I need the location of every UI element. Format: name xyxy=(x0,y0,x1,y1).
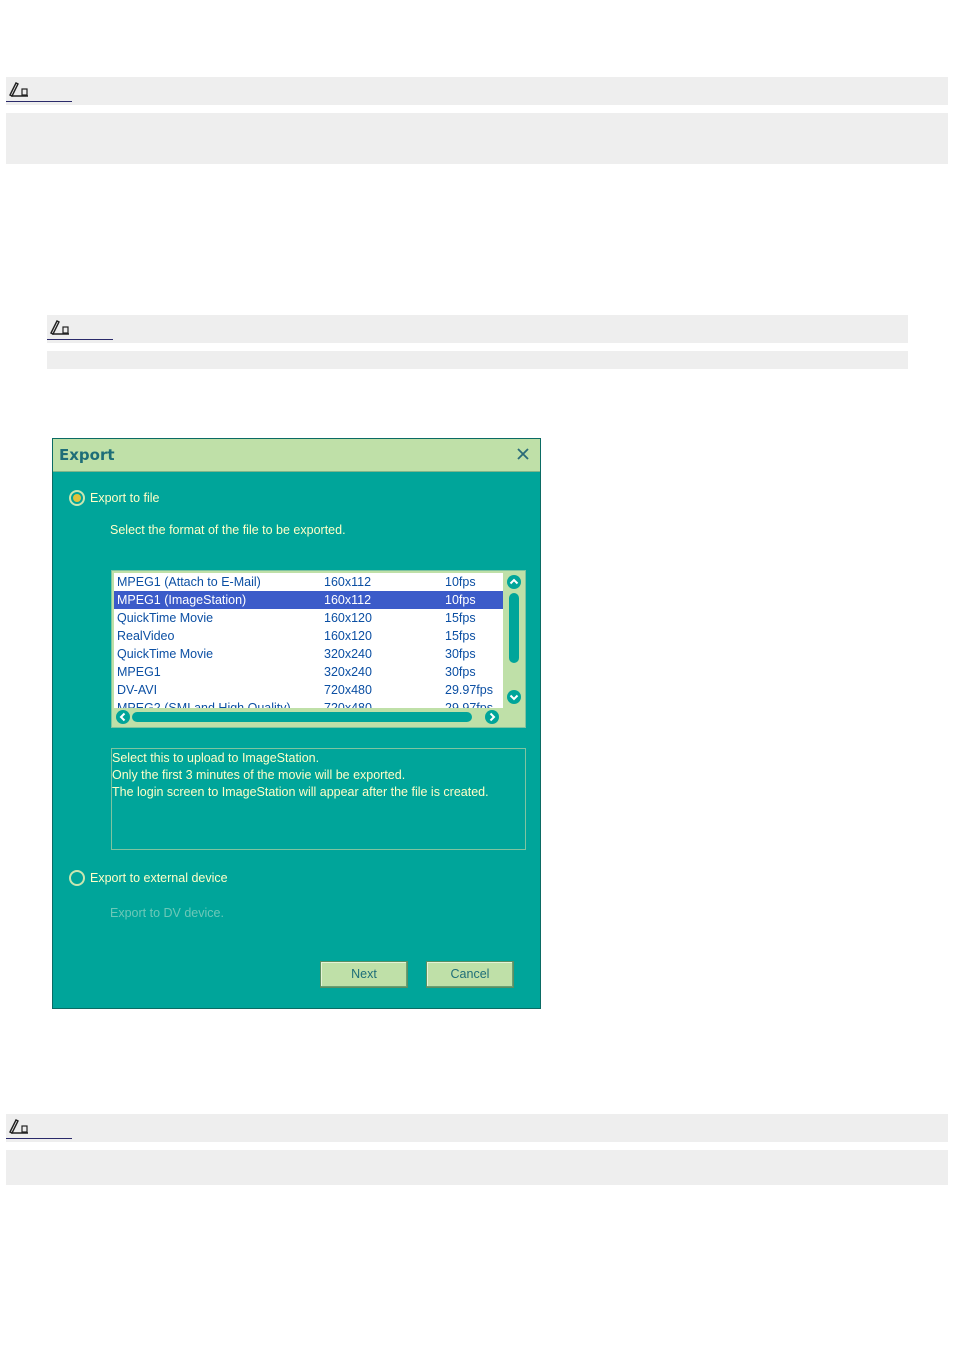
cancel-button[interactable]: Cancel xyxy=(426,961,514,988)
format-list-item[interactable]: MPEG2 (SMI and High Quality) 720x480 29.97… xyxy=(114,699,503,708)
dv-device-option: Export to DV device. xyxy=(110,906,224,920)
format-size: 160x120 xyxy=(324,611,372,625)
format-size: 160x112 xyxy=(324,575,372,589)
note-header-3 xyxy=(6,1114,948,1142)
dialog-title: Export xyxy=(59,446,115,464)
vertical-scroll-thumb[interactable] xyxy=(509,593,519,663)
format-name: MPEG1 (Attach to E-Mail) xyxy=(117,575,261,589)
export-dialog: Export Export to file Select the format … xyxy=(52,438,541,1009)
format-name: DV-AVI xyxy=(117,683,158,697)
export-to-device-radio[interactable] xyxy=(69,870,85,886)
format-prompt: Select the format of the file to be expo… xyxy=(110,523,346,537)
format-fps: 29.97fps xyxy=(445,701,493,708)
dialog-titlebar: Export xyxy=(53,439,540,472)
format-fps: 15fps xyxy=(445,629,476,643)
format-list-item[interactable]: RealVideo 160x120 15fps xyxy=(114,627,503,645)
format-description-box: Select this to upload to ImageStation. O… xyxy=(111,748,526,850)
vertical-scrollbar[interactable] xyxy=(505,573,523,708)
format-list-item[interactable]: QuickTime Movie 320x240 30fps xyxy=(114,645,503,663)
scroll-left-icon[interactable] xyxy=(116,710,130,724)
format-fps: 30fps xyxy=(445,665,476,679)
format-list[interactable]: MPEG1 (Attach to E-Mail) 160x112 10fps MPEG… xyxy=(111,570,526,728)
format-list-item[interactable]: DV-AVI 720x480 29.97fps xyxy=(114,681,503,699)
scroll-down-icon[interactable] xyxy=(507,690,521,704)
format-name: RealVideo xyxy=(117,629,175,643)
scroll-up-icon[interactable] xyxy=(507,575,521,589)
format-fps: 15fps xyxy=(445,611,476,625)
description-line: Select this to upload to ImageStation. xyxy=(112,751,320,765)
description-line: Only the first 3 minutes of the movie wi… xyxy=(112,768,406,782)
format-name: MPEG1 (ImageStation) xyxy=(117,593,247,607)
format-list-item[interactable]: MPEG1 320x240 30fps xyxy=(114,663,503,681)
horizontal-scroll-thumb[interactable] xyxy=(132,712,472,722)
note-body-1 xyxy=(6,113,948,164)
export-to-device-label[interactable]: Export to external device xyxy=(90,871,228,885)
export-to-file-label[interactable]: Export to file xyxy=(90,491,159,505)
next-button[interactable]: Next xyxy=(320,961,408,988)
format-list-item[interactable]: QuickTime Movie 160x120 15fps xyxy=(114,609,503,627)
format-fps: 10fps xyxy=(445,575,476,589)
note-pen-icon xyxy=(6,1116,72,1139)
format-size: 320x240 xyxy=(324,665,372,679)
format-list-item[interactable]: MPEG1 (ImageStation) 160x112 10fps xyxy=(114,591,503,609)
note-header-1 xyxy=(6,77,948,105)
format-name: MPEG1 xyxy=(117,665,161,679)
horizontal-scrollbar[interactable] xyxy=(114,709,505,725)
format-size: 320x240 xyxy=(324,647,372,661)
note-header-2 xyxy=(47,315,908,343)
note-pen-icon xyxy=(6,79,72,102)
format-name: QuickTime Movie xyxy=(117,647,214,661)
scroll-right-icon[interactable] xyxy=(485,710,499,724)
format-fps: 29.97fps xyxy=(445,683,493,697)
format-list-items: MPEG1 (Attach to E-Mail) 160x112 10fps MPEG… xyxy=(114,573,503,708)
close-icon[interactable] xyxy=(514,445,532,463)
format-name: QuickTime Movie xyxy=(117,611,214,625)
format-size: 720x480 xyxy=(324,701,372,708)
note-body-2 xyxy=(47,351,908,369)
format-size: 720x480 xyxy=(324,683,372,697)
note-pen-icon xyxy=(47,317,113,340)
format-fps: 30fps xyxy=(445,647,476,661)
format-list-item[interactable]: MPEG1 (Attach to E-Mail) 160x112 10fps xyxy=(114,573,503,591)
format-name: MPEG2 (SMI and High Quality) xyxy=(117,701,291,708)
format-fps: 10fps xyxy=(445,593,476,607)
description-line: The login screen to ImageStation will ap… xyxy=(112,785,489,799)
note-body-3 xyxy=(6,1150,948,1185)
export-to-file-radio[interactable] xyxy=(69,490,85,506)
format-size: 160x120 xyxy=(324,629,372,643)
format-size: 160x112 xyxy=(324,593,372,607)
